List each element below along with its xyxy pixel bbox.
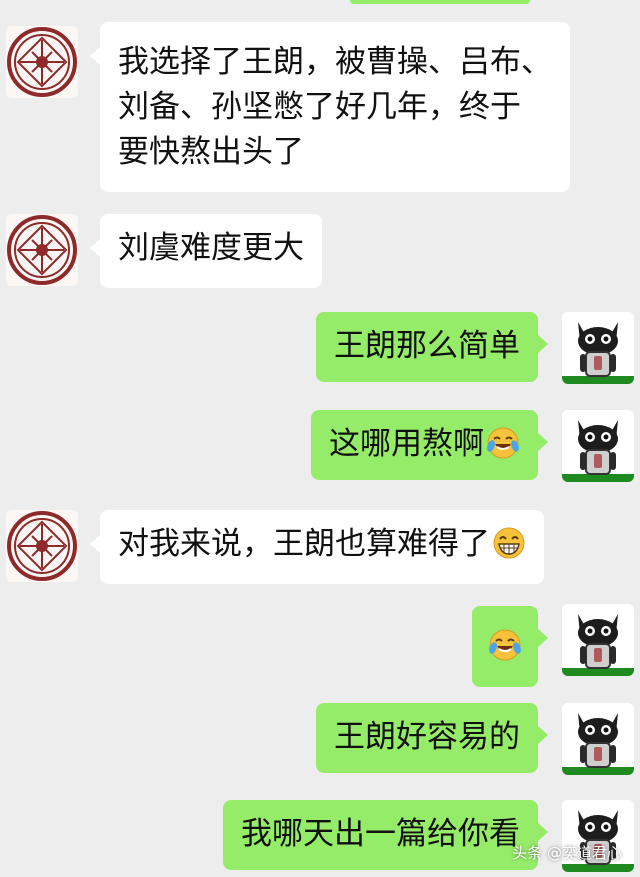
message-text: 刘虞难度更大: [118, 230, 304, 266]
message-bubble-outgoing[interactable]: 王朗那么简单: [316, 312, 548, 382]
message-bubble-outgoing[interactable]: [472, 606, 548, 687]
contact-avatar[interactable]: [6, 214, 78, 286]
black-cat-avatar-icon: [562, 410, 634, 482]
message-bubble-outgoing[interactable]: 这哪用熬啊: [311, 410, 548, 480]
laugh-cry-emoji: [489, 629, 521, 661]
previous-message-bubble-edge: [350, 0, 530, 4]
user-avatar[interactable]: [562, 604, 634, 676]
user-avatar[interactable]: [562, 312, 634, 384]
watermark: 头条 @奕道君心: [512, 844, 622, 862]
message-text: 要快熬出头了: [118, 134, 304, 170]
message-text: 对我来说，王朗也算难得了: [118, 526, 490, 562]
contact-avatar[interactable]: [6, 26, 78, 98]
message-text: 我哪天出一篇给你看: [241, 816, 520, 852]
message-bubble-outgoing[interactable]: 王朗好容易的: [316, 703, 548, 773]
message-bubble-incoming[interactable]: 我选择了王朗，被曹操、吕布、 刘备、孙坚憋了好几年，终于 要快熬出头了: [90, 22, 570, 192]
seal-avatar-icon: [6, 214, 78, 286]
contact-avatar[interactable]: [6, 510, 78, 582]
black-cat-avatar-icon: [562, 703, 634, 775]
seal-avatar-icon: [6, 26, 78, 98]
grin-emoji: [493, 527, 525, 559]
message-bubble-incoming[interactable]: 对我来说，王朗也算难得了: [90, 510, 544, 584]
user-avatar[interactable]: [562, 703, 634, 775]
laugh-cry-emoji: [487, 427, 519, 459]
message-text: 我选择了王朗，被曹操、吕布、: [118, 44, 552, 80]
black-cat-avatar-icon: [562, 312, 634, 384]
message-text: 刘备、孙坚憋了好几年，终于: [118, 89, 521, 125]
message-text: 这哪用熬啊: [329, 426, 484, 462]
message-bubble-outgoing[interactable]: 我哪天出一篇给你看: [223, 800, 548, 870]
message-text: 王朗那么简单: [334, 328, 520, 364]
message-bubble-incoming[interactable]: 刘虞难度更大: [90, 214, 322, 288]
black-cat-avatar-icon: [562, 604, 634, 676]
message-text: 王朗好容易的: [334, 719, 520, 755]
seal-avatar-icon: [6, 510, 78, 582]
user-avatar[interactable]: [562, 410, 634, 482]
